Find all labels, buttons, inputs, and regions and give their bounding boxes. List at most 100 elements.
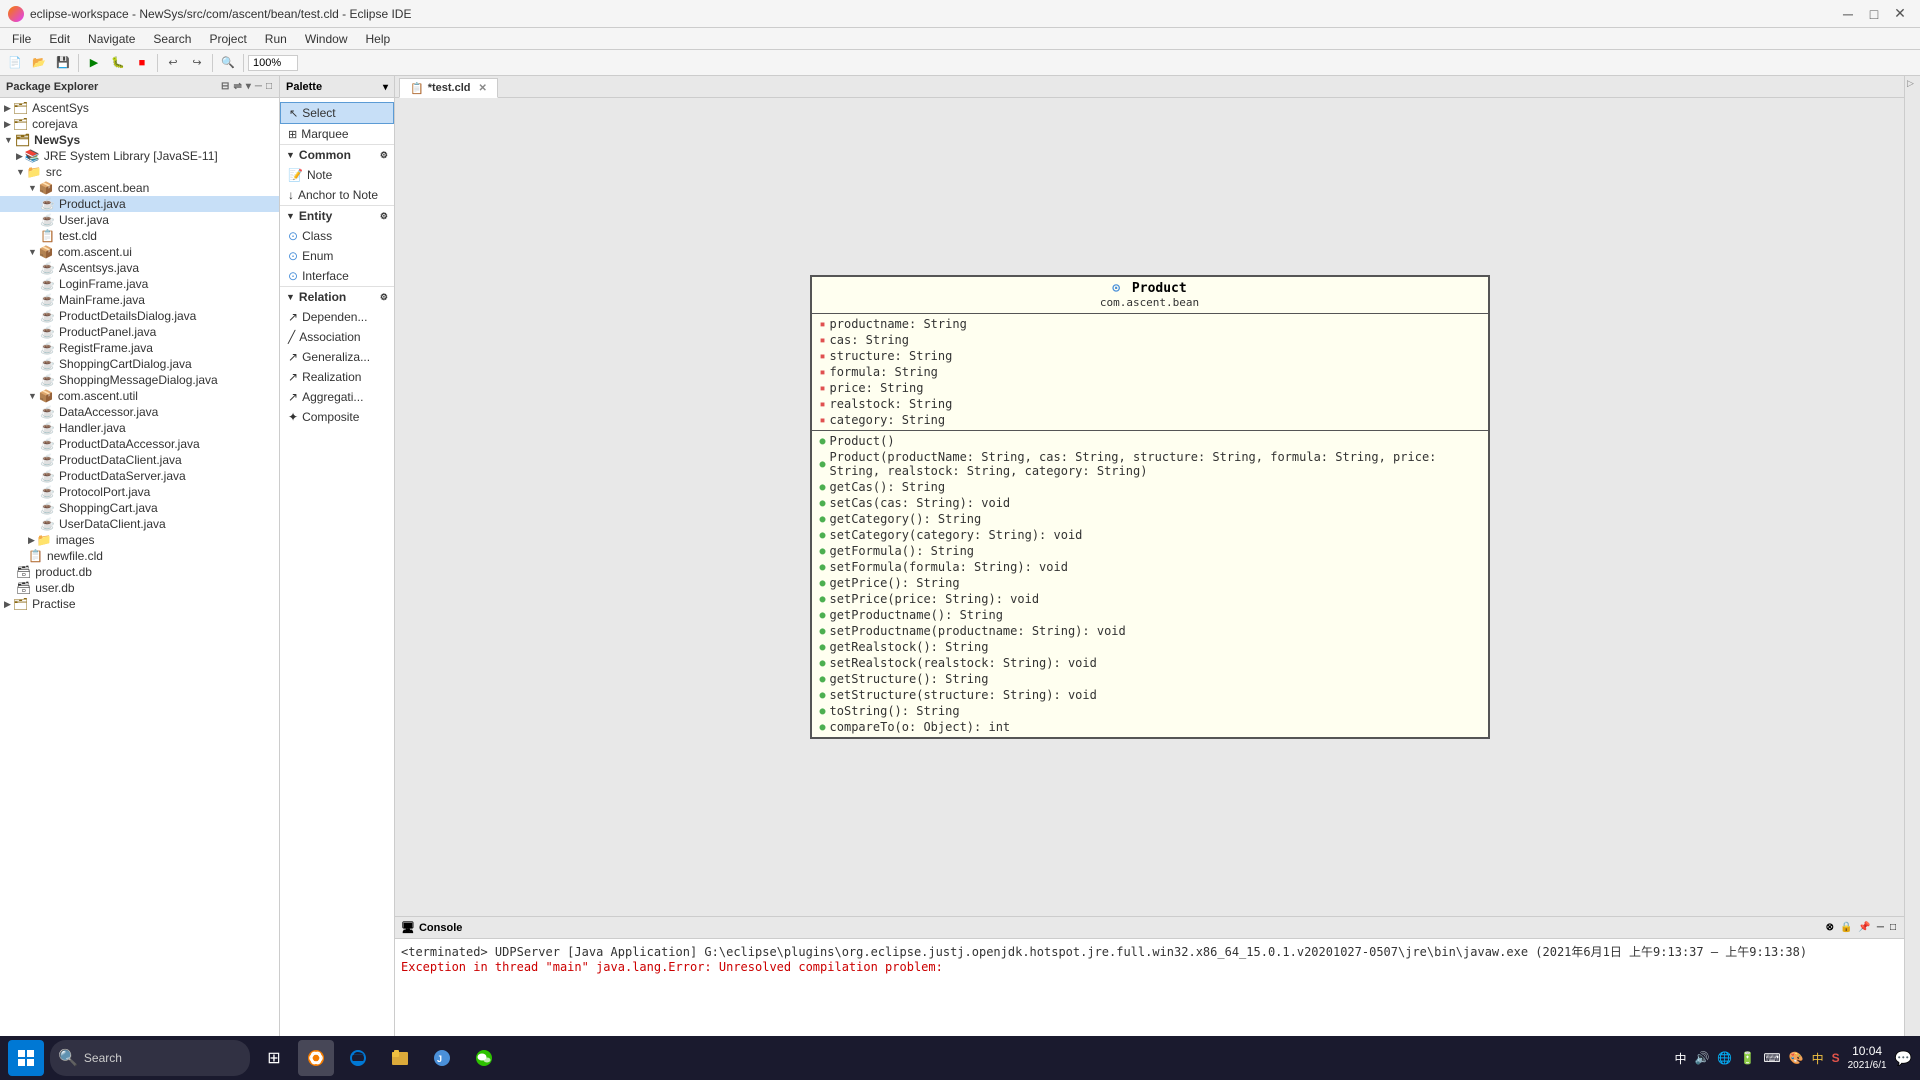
tree-item-newfile-cld[interactable]: 📋 newfile.cld xyxy=(0,548,279,564)
system-clock[interactable]: 10:04 2021/6/1 xyxy=(1848,1044,1887,1073)
collapse-all-icon[interactable]: ⊟ xyxy=(220,80,230,93)
minimize-button[interactable]: ─ xyxy=(1836,4,1860,24)
right-panel-btn[interactable]: ▷ xyxy=(1905,76,1920,91)
tree-item-userdataclient-java[interactable]: ☕ UserDataClient.java xyxy=(0,516,279,532)
start-button[interactable] xyxy=(8,1040,44,1076)
menu-search[interactable]: Search xyxy=(145,30,199,48)
editor-tab-test-cld[interactable]: 📋 *test.cld ✕ xyxy=(399,78,498,98)
run-button[interactable]: ▶ xyxy=(83,52,105,74)
debug-button[interactable]: 🐛 xyxy=(107,52,129,74)
palette-tool-realization[interactable]: ↗ Realization xyxy=(280,367,394,387)
palette-tool-marquee[interactable]: ⊞ Marquee xyxy=(280,124,394,144)
new-button[interactable]: 📄 xyxy=(4,52,26,74)
open-button[interactable]: 📂 xyxy=(28,52,50,74)
tree-item-productdataaccessor-java[interactable]: ☕ ProductDataAccessor.java xyxy=(0,436,279,452)
palette-section-relation[interactable]: ▼ Relation ⚙ xyxy=(280,286,394,307)
palette-section-entity[interactable]: ▼ Entity ⚙ xyxy=(280,205,394,226)
tree-item-test-cld[interactable]: 📋 test.cld xyxy=(0,228,279,244)
java-taskbar-btn[interactable]: J xyxy=(424,1040,460,1076)
close-tab-icon[interactable]: ✕ xyxy=(479,83,487,94)
palette-tool-interface[interactable]: ⊙ Interface xyxy=(280,266,394,286)
tree-item-corejava[interactable]: ▶ 🗂 corejava xyxy=(0,116,279,132)
tree-item-jre[interactable]: ▶ 📚 JRE System Library [JavaSE-11] xyxy=(0,148,279,164)
tree-item-productdetails-java[interactable]: ☕ ProductDetailsDialog.java xyxy=(0,308,279,324)
palette-tool-dependency[interactable]: ↗ Dependen... xyxy=(280,307,394,327)
menu-project[interactable]: Project xyxy=(201,30,254,48)
menu-navigate[interactable]: Navigate xyxy=(80,30,143,48)
keyboard-icon[interactable]: ⌨ xyxy=(1763,1051,1780,1065)
minimize-console-icon[interactable]: ─ xyxy=(1875,920,1886,935)
save-button[interactable]: 💾 xyxy=(52,52,74,74)
tree-item-dataaccessor-java[interactable]: ☕ DataAccessor.java xyxy=(0,404,279,420)
ime2-icon[interactable]: 中 xyxy=(1812,1050,1824,1067)
maximize-panel-icon[interactable]: □ xyxy=(265,80,273,93)
tree-item-util-pkg[interactable]: ▼ 📦 com.ascent.util xyxy=(0,388,279,404)
tree-item-registframe-java[interactable]: ☕ RegistFrame.java xyxy=(0,340,279,356)
tree-item-practise[interactable]: ▶ 🗂 Practise xyxy=(0,596,279,612)
undo-button[interactable]: ↩ xyxy=(162,52,184,74)
maximize-button[interactable]: □ xyxy=(1862,4,1886,24)
explorer-taskbar-btn[interactable] xyxy=(382,1040,418,1076)
palette-section-common[interactable]: ▼ Common ⚙ xyxy=(280,144,394,165)
palette-tool-note[interactable]: 📝 Note xyxy=(280,165,394,185)
palette-menu-icon[interactable]: ▾ xyxy=(383,82,388,93)
palette-tool-association[interactable]: ╱ Association xyxy=(280,327,394,347)
network-icon[interactable]: 🌐 xyxy=(1717,1051,1732,1065)
editor-content[interactable]: ⊙ Product com.ascent.bean ▪ productname:… xyxy=(395,98,1904,916)
maximize-console-icon[interactable]: □ xyxy=(1888,920,1898,935)
scroll-lock-icon[interactable]: 🔒 xyxy=(1838,920,1854,935)
tree-item-images[interactable]: ▶ 📁 images xyxy=(0,532,279,548)
clear-console-icon[interactable]: ⊗ xyxy=(1824,920,1836,935)
palette-tool-composite[interactable]: ✦ Composite xyxy=(280,407,394,427)
notification-icon[interactable]: 💬 xyxy=(1895,1050,1912,1067)
palette-tool-enum[interactable]: ⊙ Enum xyxy=(280,246,394,266)
palette-tool-select[interactable]: ↖ Select xyxy=(280,102,394,124)
tree-item-shoppingcart-java[interactable]: ☕ ShoppingCartDialog.java xyxy=(0,356,279,372)
tree-item-newsys[interactable]: ▼ 🗂 NewSys xyxy=(0,132,279,148)
stop-button[interactable]: ■ xyxy=(131,52,153,74)
tree-item-login-java[interactable]: ☕ LoginFrame.java xyxy=(0,276,279,292)
tree-item-user-db[interactable]: 🗃 user.db xyxy=(0,580,279,596)
tree-item-ui-pkg[interactable]: ▼ 📦 com.ascent.ui xyxy=(0,244,279,260)
tree-item-src[interactable]: ▼ 📁 src xyxy=(0,164,279,180)
palette-tool-aggregation[interactable]: ↗ Aggregati... xyxy=(280,387,394,407)
tree-item-shoppingmsg-java[interactable]: ☕ ShoppingMessageDialog.java xyxy=(0,372,279,388)
tree-item-productdataclient-java[interactable]: ☕ ProductDataClient.java xyxy=(0,452,279,468)
zoom-input[interactable] xyxy=(248,55,298,71)
close-button[interactable]: ✕ xyxy=(1888,4,1912,24)
tree-item-main-java[interactable]: ☕ MainFrame.java xyxy=(0,292,279,308)
palette-tool-generalization[interactable]: ↗ Generaliza... xyxy=(280,347,394,367)
palette-tool-anchor[interactable]: ↓ Anchor to Note xyxy=(280,185,394,205)
sougou-icon[interactable]: S xyxy=(1832,1051,1840,1065)
wechat-taskbar-btn[interactable] xyxy=(466,1040,502,1076)
tree-item-productpanel-java[interactable]: ☕ ProductPanel.java xyxy=(0,324,279,340)
menu-edit[interactable]: Edit xyxy=(41,30,78,48)
tree-item-bean-pkg[interactable]: ▼ 📦 com.ascent.bean xyxy=(0,180,279,196)
palette-tool-class[interactable]: ⊙ Class xyxy=(280,226,394,246)
menu-help[interactable]: Help xyxy=(358,30,399,48)
menu-icon[interactable]: ▾ xyxy=(245,80,252,93)
menu-run[interactable]: Run xyxy=(257,30,295,48)
tree-item-product-db[interactable]: 🗃 product.db xyxy=(0,564,279,580)
edge-taskbar-btn[interactable] xyxy=(340,1040,376,1076)
tree-item-user-java[interactable]: ☕ User.java xyxy=(0,212,279,228)
tree-item-shoppingcart2-java[interactable]: ☕ ShoppingCart.java xyxy=(0,500,279,516)
tree-item-product-java[interactable]: ☕ Product.java xyxy=(0,196,279,212)
taskview-button[interactable]: ⊞ xyxy=(256,1040,292,1076)
link-icon[interactable]: ⇌ xyxy=(232,80,242,93)
pin-console-icon[interactable]: 📌 xyxy=(1856,920,1872,935)
minimize-panel-icon[interactable]: ─ xyxy=(254,80,263,93)
title-bar-controls[interactable]: ─ □ ✕ xyxy=(1836,4,1912,24)
tree-item-handler-java[interactable]: ☕ Handler.java xyxy=(0,420,279,436)
tree-item-ascentsys[interactable]: ▶ 🗂 AscentSys xyxy=(0,100,279,116)
tree-item-ascentsys-java[interactable]: ☕ Ascentsys.java xyxy=(0,260,279,276)
ime-indicator[interactable]: 中 xyxy=(1674,1050,1686,1067)
menu-file[interactable]: File xyxy=(4,30,39,48)
tree-item-protocolport-java[interactable]: ☕ ProtocolPort.java xyxy=(0,484,279,500)
search-taskbar-button[interactable]: 🔍 Search xyxy=(50,1040,250,1076)
search-button[interactable]: 🔍 xyxy=(217,52,239,74)
menu-window[interactable]: Window xyxy=(297,30,356,48)
tree-item-productdataserver-java[interactable]: ☕ ProductDataServer.java xyxy=(0,468,279,484)
eclipse-taskbar-btn[interactable] xyxy=(298,1040,334,1076)
speaker-icon[interactable]: 🔊 xyxy=(1694,1051,1709,1065)
